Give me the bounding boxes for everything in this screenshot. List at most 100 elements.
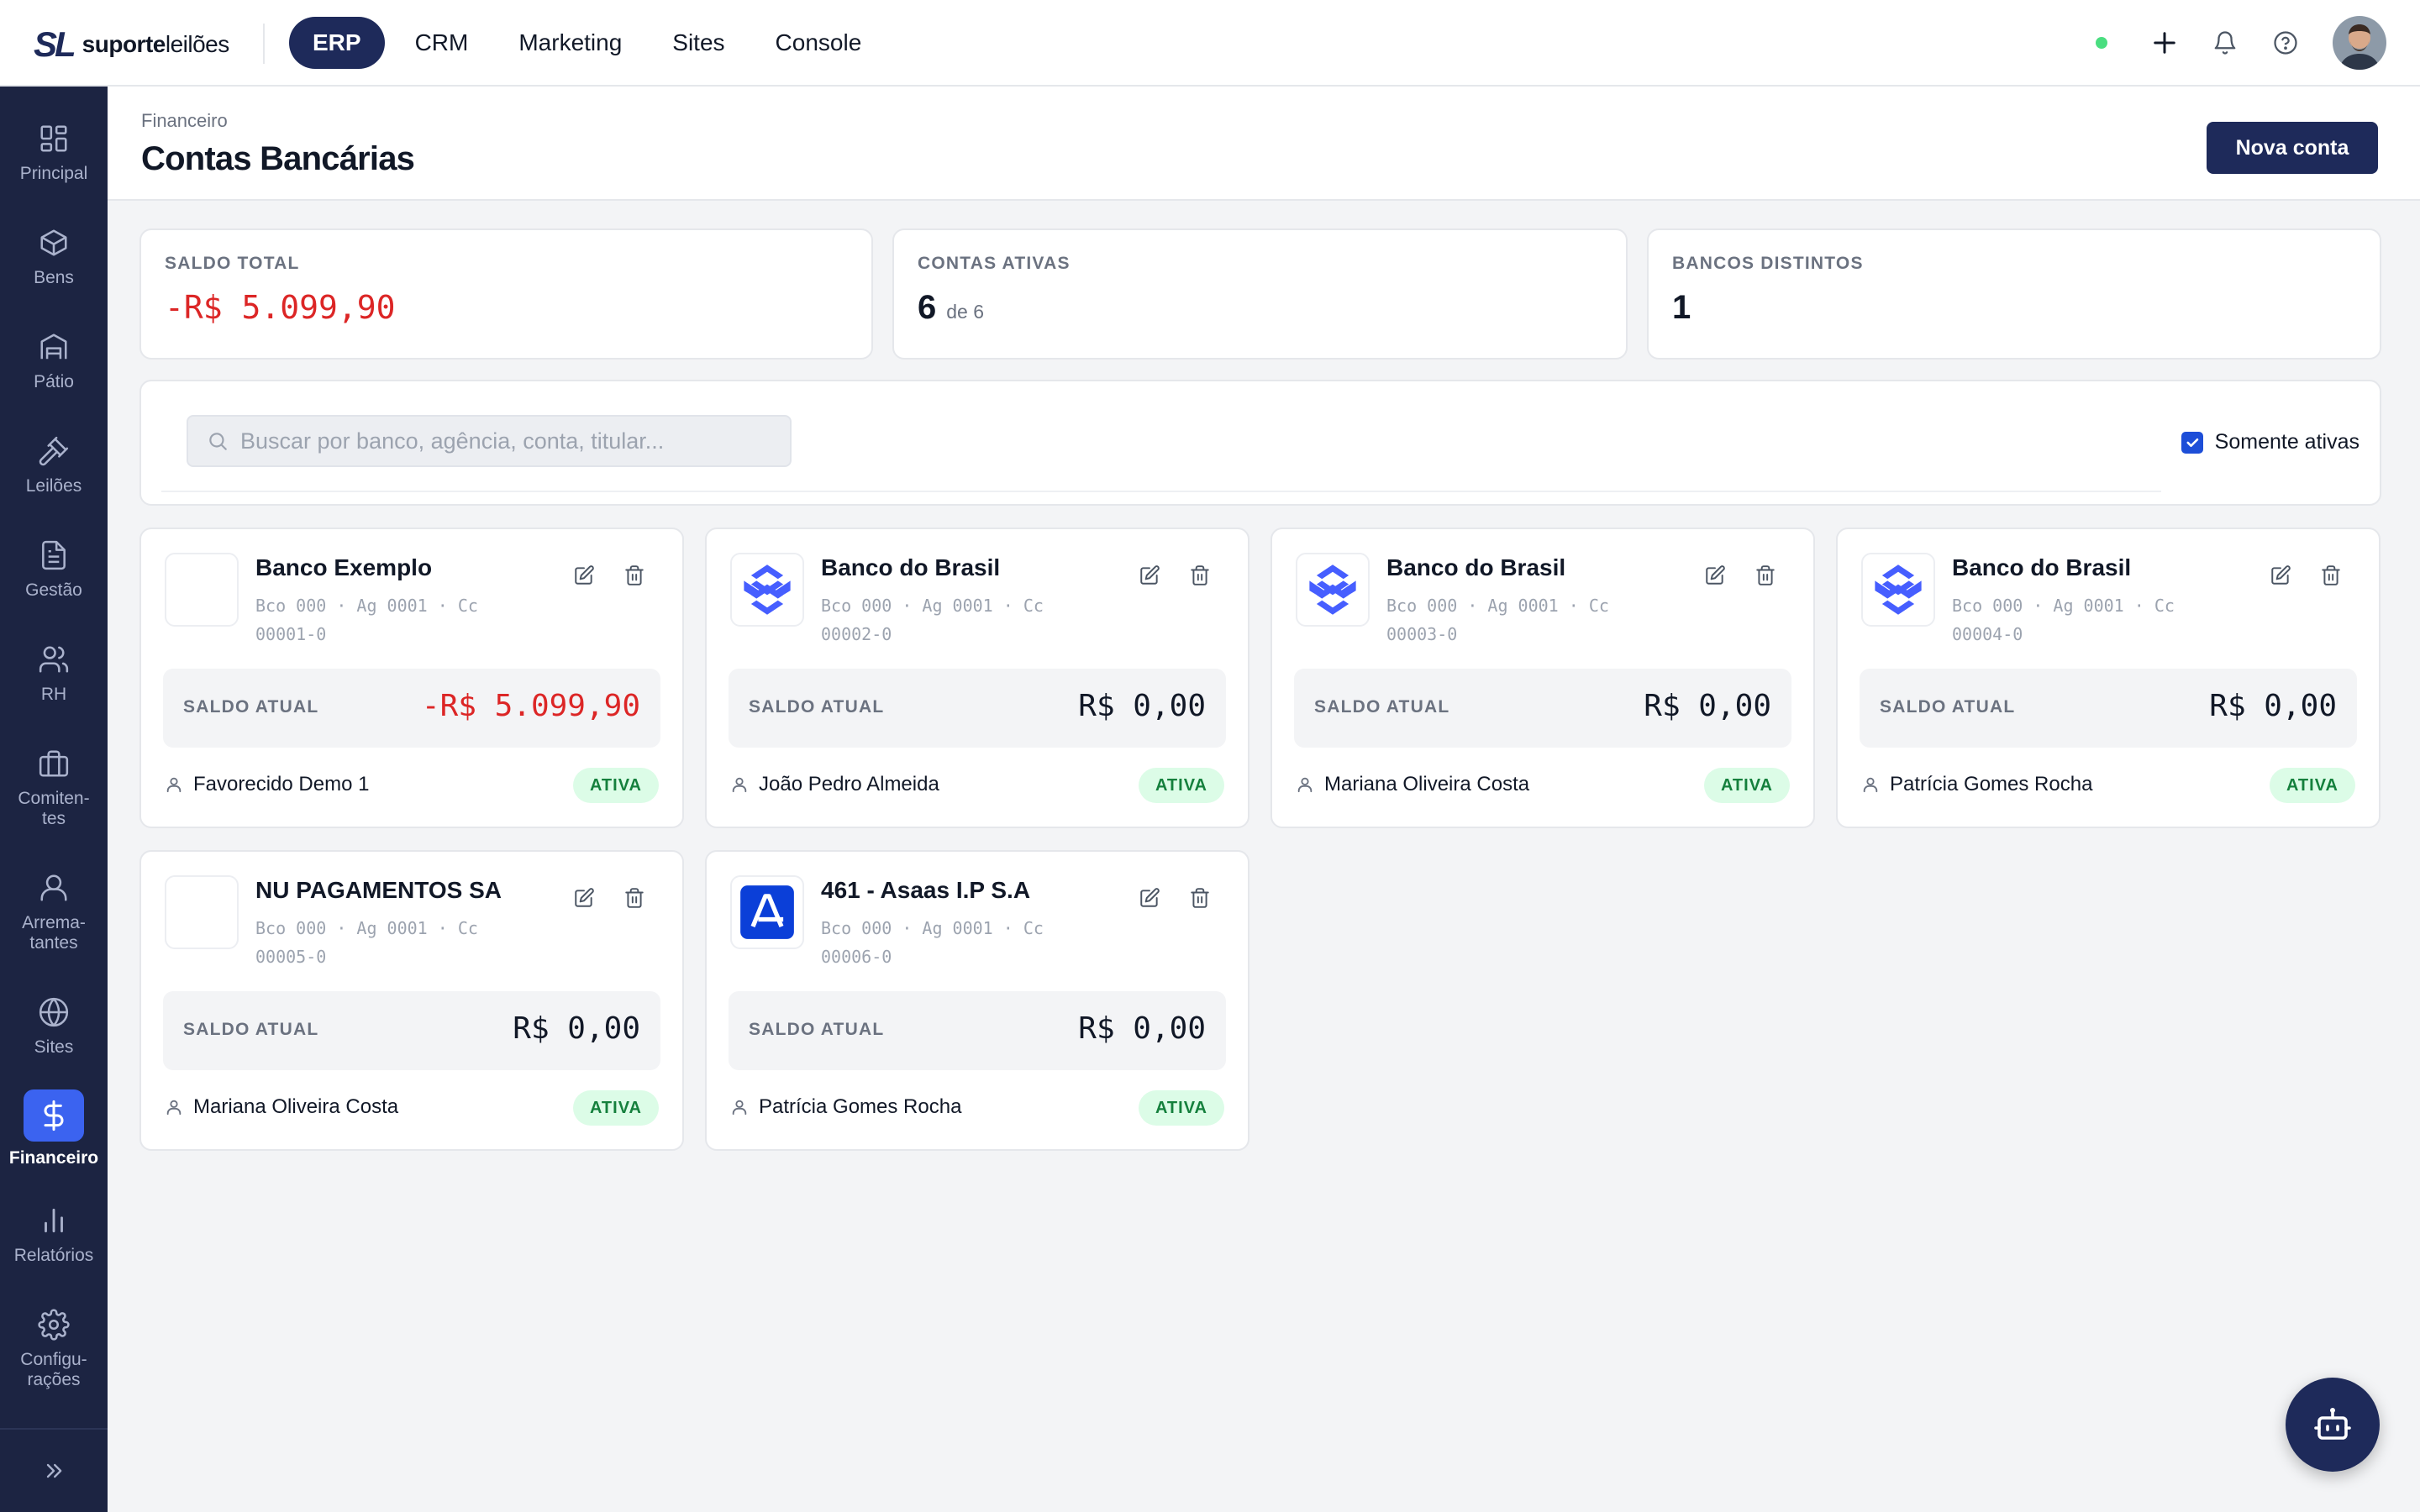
edit-button[interactable]	[570, 561, 598, 590]
nav-marketing[interactable]: Marketing	[495, 17, 645, 69]
sidebar-item-label: Gestão	[25, 580, 82, 600]
balance-label: SALDO ATUAL	[749, 1020, 885, 1039]
trash-icon	[1191, 565, 1209, 585]
stat-active-accounts: CONTAS ATIVAS 6 de 6	[892, 228, 1628, 360]
account-holder: Mariana Oliveira Costa	[165, 1095, 398, 1119]
only-active-checkbox[interactable]	[2181, 431, 2203, 454]
only-active-label: Somente ativas	[2214, 430, 2360, 454]
breadcrumb[interactable]: Financeiro	[141, 110, 228, 132]
avatar[interactable]	[2333, 16, 2386, 70]
account-card[interactable]: Banco do Brasil Bco 000 · Ag 0001 · Cc 0…	[705, 528, 1249, 828]
gear-icon	[35, 1306, 72, 1343]
sidebar-collapse-button[interactable]	[0, 1428, 108, 1512]
sidebar-item-label: Financeiro	[8, 1148, 99, 1168]
new-account-button[interactable]: Nova conta	[2207, 122, 2378, 174]
sidebar-item-financeiro[interactable]: Financeiro	[0, 1089, 108, 1168]
stat-value: -R$ 5.099,90	[165, 289, 396, 326]
status-badge: ATIVA	[1138, 768, 1224, 803]
search-box[interactable]	[187, 415, 792, 467]
user-icon	[35, 869, 72, 906]
stat-value: 1	[1672, 289, 1691, 326]
status-badge: ATIVA	[2269, 768, 2355, 803]
edit-button[interactable]	[2266, 561, 2295, 590]
delete-button[interactable]	[620, 561, 649, 590]
account-holder: Favorecido Demo 1	[165, 773, 369, 796]
account-holder: Mariana Oliveira Costa	[1296, 773, 1529, 796]
sidebar-item-bens[interactable]: Bens	[0, 224, 108, 288]
sidebar-item-label: Leilões	[25, 476, 82, 496]
account-card[interactable]: Banco Exemplo Bco 000 · Ag 0001 · Cc 000…	[139, 528, 684, 828]
edit-button[interactable]	[1135, 561, 1164, 590]
sidebar-item-sites[interactable]: Sites	[0, 994, 108, 1058]
delete-button[interactable]	[1751, 561, 1780, 590]
search-input[interactable]	[240, 428, 778, 454]
search-icon	[209, 433, 227, 450]
nav-crm[interactable]: CRM	[392, 17, 492, 69]
sidebar-item-label: Relatórios	[13, 1246, 94, 1265]
bank-name: Banco do Brasil	[821, 554, 1001, 580]
account-details: Bco 000 · Ag 0001 · Cc 00001-0	[255, 596, 478, 644]
sidebar-item-configuracoes[interactable]: Configu- rações	[0, 1306, 108, 1390]
bb-logo	[730, 553, 804, 627]
help-icon[interactable]	[2269, 26, 2302, 60]
sidebar-item-patio[interactable]: Pátio	[0, 328, 108, 392]
sidebar: Principal Bens Pátio Leilões Gestão RH C…	[0, 87, 108, 1512]
user-icon	[732, 1100, 747, 1116]
bank-name: Banco Exemplo	[255, 554, 433, 580]
stat-label: CONTAS ATIVAS	[918, 254, 1071, 273]
nav-erp[interactable]: ERP	[289, 17, 385, 69]
sidebar-item-arrematantes[interactable]: Arrema- tantes	[0, 869, 108, 953]
edit-button[interactable]	[570, 884, 598, 912]
edit-button[interactable]	[1135, 884, 1164, 912]
plus-icon[interactable]	[2148, 26, 2181, 60]
balance-value: R$ 0,00	[2209, 689, 2337, 723]
sidebar-item-comitentes[interactable]: Comiten- tes	[0, 745, 108, 829]
delete-button[interactable]	[1186, 884, 1214, 912]
stat-label: SALDO TOTAL	[165, 254, 300, 273]
banco-do-brasil-logo-icon	[1309, 564, 1356, 615]
status-dot	[2096, 37, 2107, 49]
sidebar-item-rh[interactable]: RH	[0, 641, 108, 705]
edit-icon	[1140, 565, 1160, 585]
bank-name: NU PAGAMENTOS SA	[255, 877, 502, 903]
user-icon	[732, 777, 747, 793]
delete-button[interactable]	[2317, 561, 2345, 590]
bank-name: Banco do Brasil	[1386, 554, 1566, 580]
account-card[interactable]: 461 - Asaas I.P S.A Bco 000 · Ag 0001 · …	[705, 850, 1249, 1151]
sidebar-item-label: Arrema- tantes	[22, 913, 86, 953]
assistant-button[interactable]	[2286, 1378, 2380, 1472]
balance-value: R$ 0,00	[1078, 689, 1206, 723]
stat-label: BANCOS DISTINTOS	[1672, 254, 1864, 273]
bell-icon[interactable]	[2208, 26, 2242, 60]
account-card[interactable]: Banco do Brasil Bco 000 · Ag 0001 · Cc 0…	[1836, 528, 2381, 828]
sidebar-item-label: RH	[40, 685, 67, 704]
banco-do-brasil-logo-icon	[744, 564, 791, 615]
logo-mark: SL	[34, 24, 76, 64]
sidebar-item-relatorios[interactable]: Relatórios	[0, 1202, 108, 1266]
sidebar-item-gestao[interactable]: Gestão	[0, 537, 108, 601]
edit-icon	[575, 565, 594, 585]
balance-label: SALDO ATUAL	[183, 1020, 319, 1039]
delete-button[interactable]	[620, 884, 649, 912]
edit-button[interactable]	[1701, 561, 1729, 590]
account-card[interactable]: Banco do Brasil Bco 000 · Ag 0001 · Cc 0…	[1270, 528, 1815, 828]
status-badge: ATIVA	[572, 1090, 659, 1126]
balance-label: SALDO ATUAL	[1314, 697, 1450, 717]
bb-logo	[1861, 553, 1935, 627]
nav-console[interactable]: Console	[752, 17, 886, 69]
only-active-toggle[interactable]: Somente ativas	[2181, 430, 2360, 454]
nav-sites[interactable]: Sites	[649, 17, 748, 69]
status-badge: ATIVA	[1138, 1090, 1224, 1126]
status-badge: ATIVA	[1703, 768, 1790, 803]
balance-box: SALDO ATUAL R$ 0,00	[1294, 669, 1791, 748]
stat-value: 6 de 6	[918, 289, 985, 326]
sidebar-item-leiloes[interactable]: Leilões	[0, 433, 108, 496]
edit-icon	[1140, 888, 1160, 907]
account-details: Bco 000 · Ag 0001 · Cc 00006-0	[821, 918, 1044, 967]
account-card[interactable]: NU PAGAMENTOS SA Bco 000 · Ag 0001 · Cc …	[139, 850, 684, 1151]
sidebar-item-principal[interactable]: Principal	[0, 120, 108, 184]
stat-total-balance: SALDO TOTAL -R$ 5.099,90	[139, 228, 873, 360]
app-logo[interactable]: SL suporteleilões	[34, 24, 229, 64]
trash-icon	[625, 565, 644, 585]
delete-button[interactable]	[1186, 561, 1214, 590]
